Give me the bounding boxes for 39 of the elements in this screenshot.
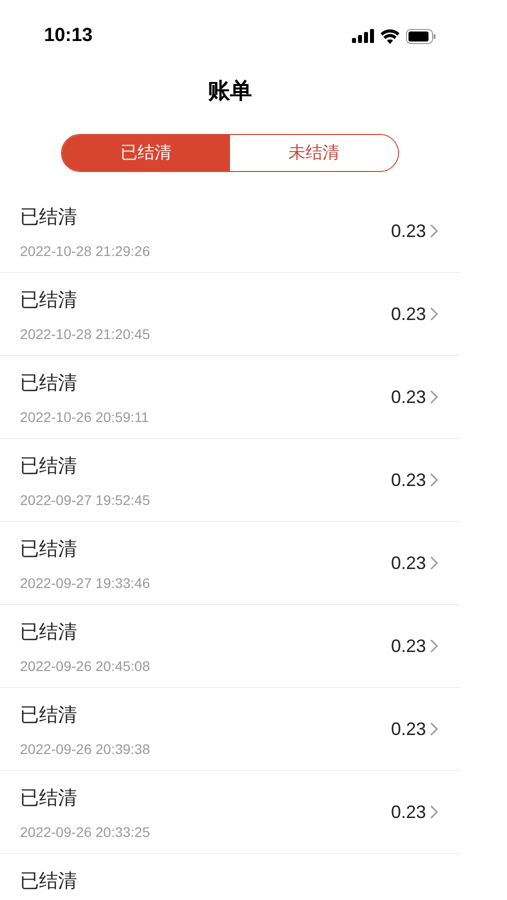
segment-tab[interactable]: 已结清 <box>62 135 230 171</box>
signal-icon <box>352 29 374 43</box>
bill-amount: 0.23 <box>390 468 426 492</box>
chevron-right-icon[interactable] <box>430 224 438 238</box>
bill-status: 已结清 <box>20 870 77 894</box>
chevron-right-icon[interactable] <box>430 473 438 487</box>
chevron-right-icon[interactable] <box>430 307 438 321</box>
bill-status: 已结清 <box>20 289 78 313</box>
bill-amount: 0.23 <box>390 634 426 658</box>
bill-time: 2022-09-26 20:39:38 <box>20 740 150 758</box>
page-title: 账单 <box>208 76 252 104</box>
bill-time: 2022-09-26 20:33:25 <box>20 822 150 842</box>
bill-amount: 0.23 <box>390 302 426 326</box>
chevron-right-icon[interactable] <box>430 390 438 404</box>
bill-time: 2022-10-26 20:59:11 <box>20 408 149 426</box>
bill-amount: 0.23 <box>390 800 426 824</box>
bill-status: 已结清 <box>20 455 78 479</box>
chevron-right-icon[interactable] <box>430 805 438 819</box>
bill-status: 已结清 <box>20 206 78 230</box>
bill-status: 已结清 <box>20 538 78 562</box>
bill-time: 2022-10-28 21:29:26 <box>20 242 150 260</box>
bill-amount: 0.23 <box>390 552 426 574</box>
chevron-right-icon[interactable] <box>430 556 438 570</box>
bill-time: 2022-10-28 21:20:45 <box>20 324 150 344</box>
bill-status: 已结清 <box>20 372 78 396</box>
bill-status: 已结清 <box>20 704 78 728</box>
bill-amount: 0.23 <box>390 718 426 740</box>
bill-status: 已结清 <box>20 787 78 811</box>
bill-status: 已结清 <box>20 621 78 645</box>
bill-time: 2022-09-27 19:52:45 <box>20 490 150 510</box>
bill-time: 2022-09-27 19:33:46 <box>20 574 150 592</box>
chevron-right-icon[interactable] <box>430 722 438 736</box>
bill-time: 2022-09-26 20:45:08 <box>20 656 150 676</box>
bill-amount: 0.23 <box>390 220 426 242</box>
bill-amount: 0.23 <box>390 386 426 408</box>
status-time: 10:13 <box>44 24 93 48</box>
chevron-right-icon[interactable] <box>430 639 438 653</box>
battery-icon <box>406 28 436 44</box>
wifi-icon <box>380 28 400 44</box>
